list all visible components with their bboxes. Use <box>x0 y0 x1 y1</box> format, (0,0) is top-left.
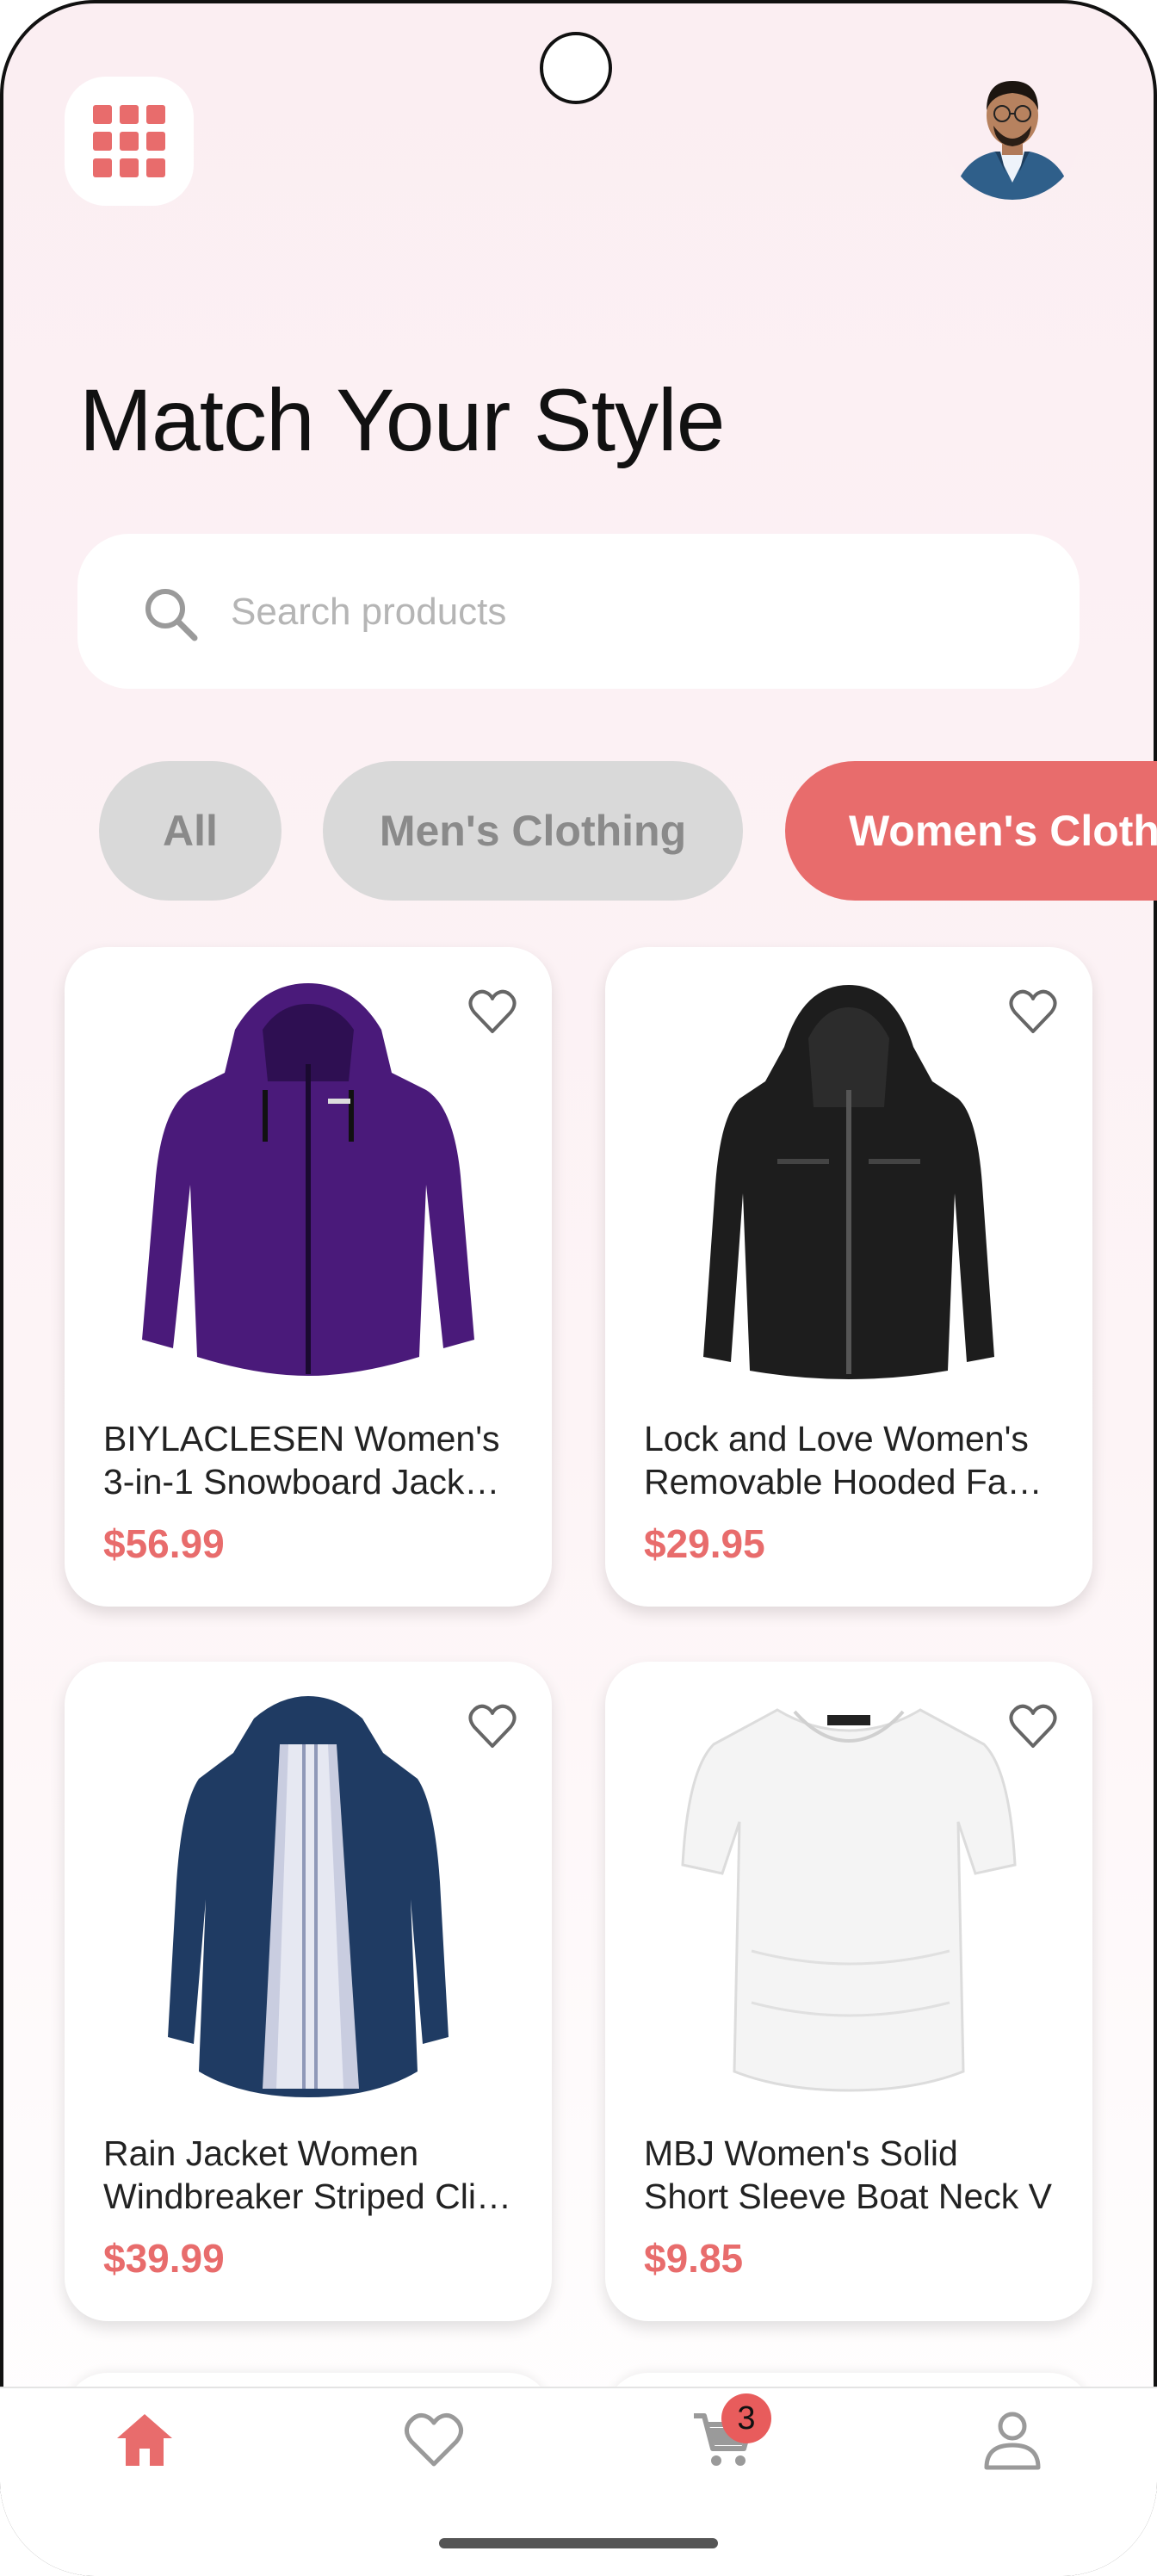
home-indicator[interactable] <box>439 2538 718 2548</box>
product-image-black-leather-jacket <box>703 985 994 1379</box>
product-title-line2: Short Sleeve Boat Neck V <box>644 2177 1053 2216</box>
product-title: MBJ Women's Solid <box>644 2133 958 2173</box>
nav-profile[interactable] <box>868 2388 1157 2492</box>
grid-menu-icon <box>93 105 165 177</box>
search-input[interactable] <box>229 534 1007 690</box>
nav-cart[interactable] <box>578 2388 868 2492</box>
product-card[interactable]: MBJ Women's Solid Short Sleeve Boat Neck… <box>605 1662 1092 2321</box>
heart-icon[interactable] <box>1006 1700 1060 1753</box>
nav-home[interactable] <box>0 2388 289 2492</box>
front-camera <box>540 32 612 104</box>
phone-screen: Match Your Style All Men's Clothing Wome… <box>0 0 1157 2576</box>
chip-all[interactable]: All <box>99 761 282 901</box>
product-price: $29.95 <box>644 1521 765 1566</box>
product-title-line2: Windbreaker Striped Climbing Raincoats <box>103 2177 517 2216</box>
product-title-line2: Removable Hooded Faux Leather Moto Biker… <box>644 1462 1057 1502</box>
product-title: Rain Jacket Women <box>103 2133 419 2173</box>
product-image-white-boat-neck-top <box>681 1708 1017 2092</box>
heart-icon <box>405 2412 463 2467</box>
product-price: $39.99 <box>103 2236 225 2281</box>
category-chips: All Men's Clothing Women's Clothing <box>0 761 1157 902</box>
product-title-line2: 3-in-1 Snowboard Jacket Winter Coats <box>103 1462 517 1502</box>
person-icon <box>984 2412 1041 2470</box>
chip-label: All <box>163 807 218 855</box>
chip-mens-clothing[interactable]: Men's Clothing <box>323 761 743 901</box>
chip-label: Women's Clothing <box>849 807 1157 855</box>
heart-icon[interactable] <box>466 1700 519 1753</box>
chip-label: Men's Clothing <box>379 807 687 855</box>
product-card[interactable]: BIYLACLESEN Women's 3-in-1 Snowboard Jac… <box>65 947 552 1607</box>
nav-favorites[interactable] <box>289 2388 578 2492</box>
menu-button[interactable] <box>65 77 194 206</box>
heart-icon[interactable] <box>466 985 519 1038</box>
product-title: BIYLACLESEN Women's <box>103 1419 500 1458</box>
avatar[interactable] <box>944 62 1081 200</box>
cart-badge: 3 <box>721 2393 771 2443</box>
avatar-photo <box>944 62 1081 200</box>
product-title: Lock and Love Women's <box>644 1419 1029 1458</box>
product-image-navy-rain-jacket <box>168 1696 449 2097</box>
product-price: $9.85 <box>644 2236 744 2281</box>
product-card[interactable]: Rain Jacket Women Windbreaker Striped Cl… <box>65 1662 552 2321</box>
product-image-purple-jacket <box>142 983 474 1376</box>
product-card[interactable]: Lock and Love Women's Removable Hooded F… <box>605 947 1092 1607</box>
chip-womens-clothing[interactable]: Women's Clothing <box>785 761 1157 901</box>
heart-icon[interactable] <box>1006 985 1060 1038</box>
search-icon <box>145 589 198 641</box>
home-icon <box>117 2414 172 2466</box>
product-price: $56.99 <box>103 1521 225 1566</box>
page-title: Match Your Style <box>79 371 725 469</box>
search-bar[interactable] <box>77 534 1080 690</box>
